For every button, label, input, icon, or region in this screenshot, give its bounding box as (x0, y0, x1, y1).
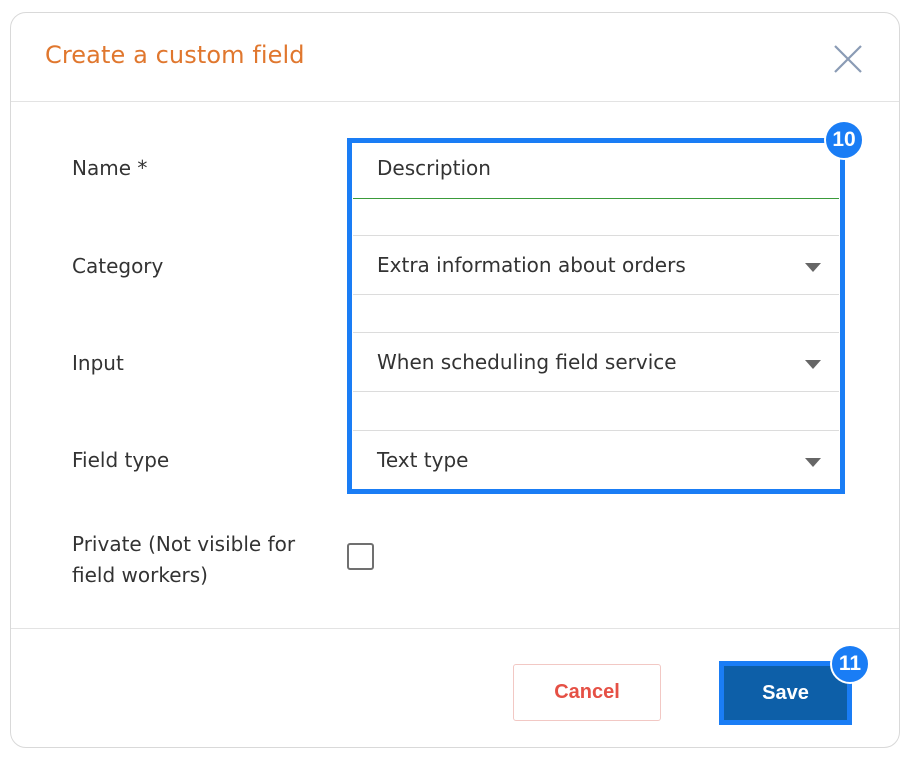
close-icon (834, 45, 862, 73)
name-input[interactable]: Description (353, 139, 839, 199)
chevron-down-icon (805, 458, 821, 467)
field-type-label: Field type (72, 448, 170, 472)
private-checkbox[interactable] (347, 543, 374, 570)
chevron-down-icon (805, 263, 821, 272)
field-type-select-value: Text type (377, 448, 469, 472)
step-badge-10: 10 (824, 120, 864, 160)
custom-field-dialog: Create a custom field Name * Category In… (10, 12, 900, 748)
field-type-select[interactable]: Text type (353, 430, 839, 490)
private-label-line2: field workers) (72, 563, 208, 587)
close-button[interactable] (833, 44, 863, 74)
private-label-line1: Private (Not visible for (72, 532, 296, 556)
cancel-button[interactable]: Cancel (513, 664, 661, 721)
dialog-footer (11, 628, 899, 629)
input-label: Input (72, 351, 124, 375)
name-input-value: Description (377, 156, 491, 180)
chevron-down-icon (805, 360, 821, 369)
name-label: Name * (72, 156, 148, 180)
dialog-title: Create a custom field (45, 41, 305, 69)
category-select[interactable]: Extra information about orders (353, 235, 839, 295)
category-label: Category (72, 254, 164, 278)
step-badge-11: 11 (830, 644, 870, 684)
dialog-header: Create a custom field (11, 13, 899, 102)
input-select[interactable]: When scheduling field service (353, 332, 839, 392)
input-select-value: When scheduling field service (377, 350, 677, 374)
category-select-value: Extra information about orders (377, 253, 686, 277)
